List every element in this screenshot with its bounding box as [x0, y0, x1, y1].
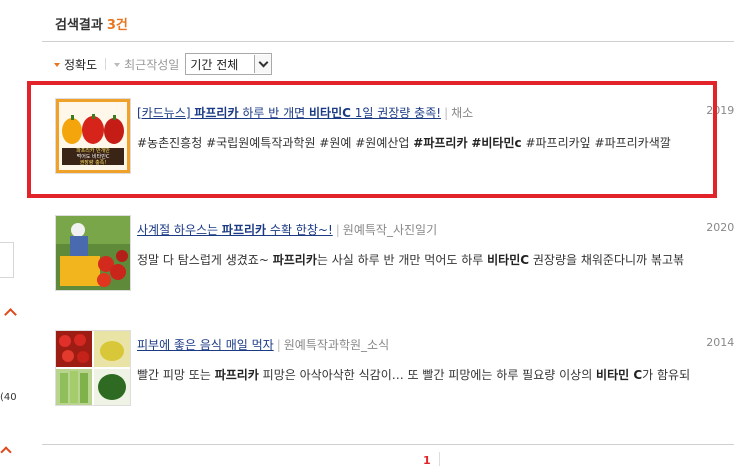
- result-title-line-3: 피부에 좋은 음식 매일 먹자 | 원예특작과학원_소식: [137, 336, 734, 353]
- period-select-button[interactable]: [254, 55, 272, 73]
- title-keyword: 파프리카: [221, 223, 267, 237]
- result-item-3: 피부에 좋은 음식 매일 먹자 | 원예특작과학원_소식 빨간 피망 또는 파프리카…: [55, 330, 734, 416]
- result-thumbnail-3[interactable]: [55, 330, 131, 406]
- header-divider: [42, 41, 734, 42]
- snippet-text: 피망은 아삭아삭한 식감이… 또 빨간 피망에는 하루 필요량 이상의: [258, 368, 597, 382]
- pagination-separator: [439, 452, 440, 466]
- sort-active-triangle-icon: [54, 62, 60, 67]
- result-item-2: 사계절 하우스는 파프리카 수확 한창~! | 원예특작_사진일기 정말 다 탐스럽…: [55, 215, 734, 301]
- title-text: 피부에 좋은 음식 매일 먹자: [137, 338, 274, 352]
- result-date-2: 2020/: [706, 221, 734, 234]
- result-title-line-2: 사계절 하우스는 파프리카 수확 한창~! | 원예특작_사진일기: [137, 221, 734, 238]
- result-content-3: 피부에 좋은 음식 매일 먹자 | 원예특작과학원_소식 빨간 피망 또는 파프리카…: [137, 336, 734, 383]
- sort-accuracy-link[interactable]: 정확도: [64, 56, 97, 73]
- result-title-link-2[interactable]: 사계절 하우스는 파프리카 수확 한창~!: [137, 223, 333, 237]
- pagination-current-page[interactable]: 1: [423, 454, 431, 467]
- title-separator: |: [335, 223, 340, 237]
- sort-bar: 정확도 최근작성일 기간 전체: [54, 52, 273, 76]
- period-select[interactable]: 기간 전체: [185, 53, 273, 75]
- collapse-caret-icon[interactable]: [4, 308, 17, 321]
- result-source-3[interactable]: 원예특작과학원_소식: [284, 338, 389, 352]
- search-results-panel: 검색결과 3건 정확도 최근작성일 기간 전체 파프리카 반개만 먹어도 비타민…: [42, 0, 734, 467]
- snippet-text: 는 사실 하루 반 개만 먹어도 하루: [316, 253, 488, 267]
- result-date-3: 2014/: [706, 336, 734, 349]
- snippet-keyword: 파프리카: [214, 368, 259, 382]
- snippet-keyword: 비타민 C: [596, 368, 643, 382]
- sort-recent-link[interactable]: 최근작성일: [124, 56, 179, 73]
- result-snippet-2: 정말 다 탐스럽게 생겼죠~ 파프리카는 사실 하루 반 개만 먹어도 하루 비…: [137, 251, 734, 268]
- sort-inactive-triangle-icon: [114, 62, 121, 67]
- left-panel-input[interactable]: [0, 242, 14, 278]
- result-source-2[interactable]: 원예특작_사진일기: [343, 223, 437, 237]
- snippet-text: 권장량을 채워준다니까 볶고볶: [529, 253, 685, 267]
- snippet-keyword: 비타민C: [487, 253, 530, 267]
- left-panel-edge: (40: [0, 0, 20, 466]
- vegetables-thumbnail-image: [56, 331, 130, 405]
- sort-separator: [105, 58, 107, 70]
- results-title: 검색결과: [55, 18, 103, 33]
- snippet-text: 가 함유되: [642, 368, 691, 382]
- title-separator: |: [276, 338, 281, 352]
- results-header: 검색결과 3건: [55, 14, 128, 33]
- period-select-value: 기간 전체: [190, 57, 239, 72]
- snippet-text: 빨간 피망 또는: [137, 368, 215, 382]
- pagination-divider: [42, 444, 734, 445]
- result-title-link-3[interactable]: 피부에 좋은 음식 매일 먹자: [137, 338, 274, 352]
- chevron-down-icon: [258, 57, 269, 68]
- snippet-text: 정말 다 탐스럽게 생겼죠~: [137, 253, 273, 267]
- title-text: 수확 한창~!: [266, 223, 333, 237]
- collapse-caret-icon-2[interactable]: [0, 446, 12, 458]
- farmer-harvest-thumbnail-image: [56, 216, 130, 290]
- result-content-2: 사계절 하우스는 파프리카 수확 한창~! | 원예특작_사진일기 정말 다 탐스럽…: [137, 221, 734, 268]
- result-thumbnail-2[interactable]: [55, 215, 131, 291]
- result-snippet-3: 빨간 피망 또는 파프리카 피망은 아삭아삭한 식감이… 또 빨간 피망에는 하…: [137, 366, 734, 383]
- title-text: 사계절 하우스는: [137, 223, 222, 237]
- results-count: 3건: [106, 18, 128, 33]
- highlight-box: [27, 81, 717, 198]
- snippet-keyword: 파프리카: [272, 253, 317, 267]
- left-panel-count: (40: [0, 392, 17, 403]
